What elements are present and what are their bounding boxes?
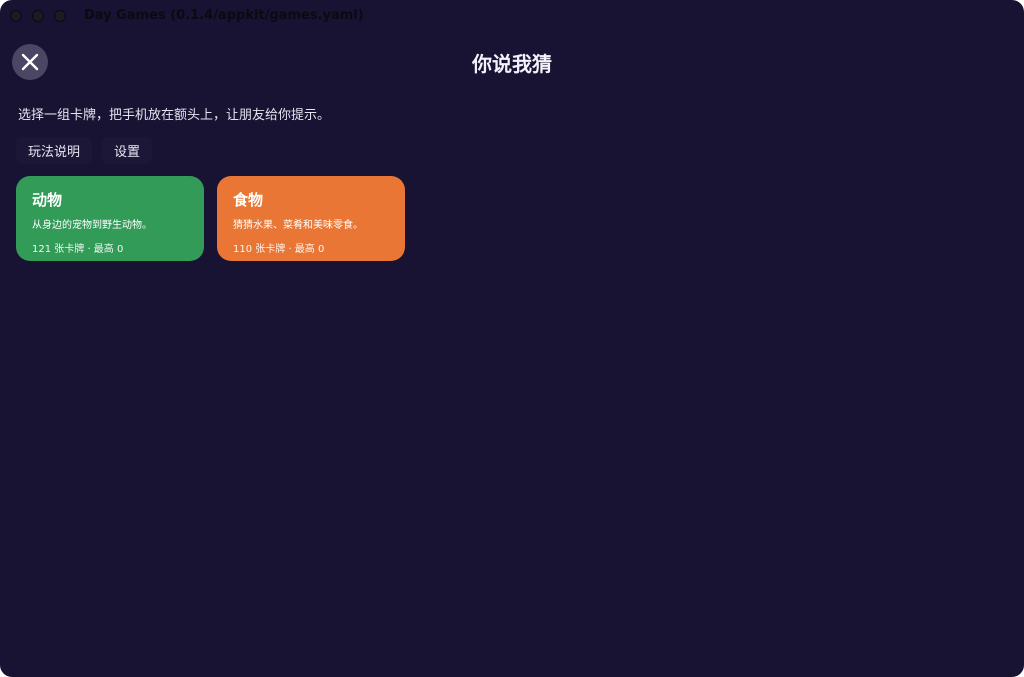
- deck-description: 猜猜水果、菜肴和美味零食。: [233, 220, 363, 231]
- deck-title: 食物: [233, 191, 264, 209]
- page-subtitle: 选择一组卡牌，把手机放在额头上，让朋友给你提示。: [18, 108, 331, 123]
- window-zoom-control[interactable]: [54, 10, 66, 22]
- window-minimize-control[interactable]: [32, 10, 44, 22]
- window-title: Day Games (0.1.4/appkit/games.yaml): [84, 8, 364, 23]
- deck-meta: 110 张卡牌 · 最高 0: [233, 244, 325, 255]
- app-window: Day Games (0.1.4/appkit/games.yaml) 你说我猜…: [0, 0, 1024, 677]
- deck-card-animals[interactable]: 动物 从身边的宠物到野生动物。 121 张卡牌 · 最高 0: [16, 176, 204, 261]
- deck-description: 从身边的宠物到野生动物。: [32, 220, 152, 231]
- window-close-control[interactable]: [10, 10, 22, 22]
- deck-meta: 121 张卡牌 · 最高 0: [32, 244, 124, 255]
- window-controls: [10, 10, 66, 22]
- deck-list: 动物 从身边的宠物到野生动物。 121 张卡牌 · 最高 0 食物 猜猜水果、菜…: [16, 176, 405, 261]
- deck-title: 动物: [32, 191, 63, 209]
- settings-button[interactable]: 设置: [102, 137, 153, 164]
- deck-card-food[interactable]: 食物 猜猜水果、菜肴和美味零食。 110 张卡牌 · 最高 0: [217, 176, 405, 261]
- page-title: 你说我猜: [472, 52, 552, 76]
- link-row: 玩法说明 设置: [16, 137, 153, 164]
- how-to-play-button[interactable]: 玩法说明: [16, 137, 93, 164]
